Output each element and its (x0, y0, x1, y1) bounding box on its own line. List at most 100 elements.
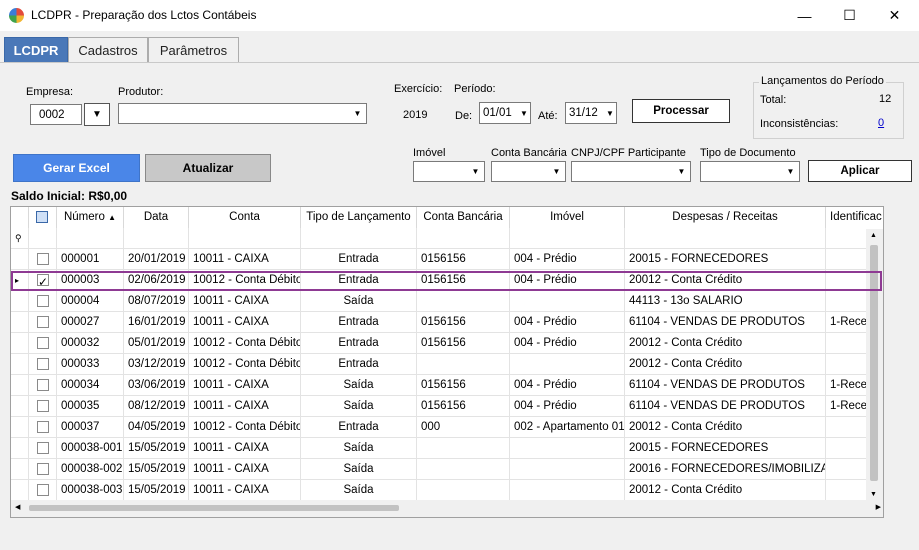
row-checkbox[interactable] (37, 421, 49, 433)
header-tipo[interactable]: Tipo de Lançamento (301, 207, 417, 228)
saldo-inicial: Saldo Inicial: R$0,00 (11, 189, 128, 203)
conta-bancaria-filter-select[interactable]: ▼ (491, 161, 566, 182)
inconsistencias-link[interactable]: 0 (878, 117, 884, 129)
row-checkbox[interactable] (37, 337, 49, 349)
row-checkbox[interactable] (37, 463, 49, 475)
select-all-checkbox[interactable] (36, 211, 48, 223)
empresa-dropdown-button[interactable]: ▼ (84, 103, 110, 126)
row-checkbox[interactable] (37, 358, 49, 370)
header-numero[interactable]: Número ▲ (57, 207, 124, 228)
chevron-down-icon: ▼ (786, 167, 795, 176)
row-checkbox-cell[interactable] (29, 375, 57, 396)
tab-lcdpr[interactable]: LCDPR (4, 37, 68, 63)
header-conta-bancaria[interactable]: Conta Bancária (417, 207, 510, 228)
header-despesas[interactable]: Despesas / Receitas (625, 207, 826, 228)
row-checkbox-cell[interactable] (29, 417, 57, 438)
select-all-header[interactable] (29, 207, 57, 228)
filter-cell[interactable] (29, 228, 57, 249)
row-checkbox-cell[interactable] (29, 312, 57, 333)
scroll-down-icon[interactable]: ▼ (870, 491, 877, 498)
aplicar-button[interactable]: Aplicar (808, 160, 912, 182)
cell-desp: 20015 - FORNECEDORES (625, 438, 826, 459)
row-checkbox-cell[interactable] (29, 459, 57, 480)
tab-parametros[interactable]: Parâmetros (148, 37, 239, 63)
row-checkbox[interactable] (37, 442, 49, 454)
filter-cell[interactable] (189, 228, 301, 249)
produtor-select[interactable]: ▼ (118, 103, 367, 124)
table-row[interactable]: 000037 04/05/2019 10012 - Conta Débito Entr… (11, 417, 883, 438)
chevron-down-icon: ▼ (92, 109, 102, 120)
imovel-filter-select[interactable]: ▼ (413, 161, 485, 182)
vertical-scrollbar[interactable]: ▲ ▼ (866, 229, 883, 501)
filter-cell[interactable] (625, 228, 826, 249)
row-checkbox[interactable] (37, 400, 49, 412)
table-row[interactable]: 000001 20/01/2019 10011 - CAIXA Entrada 0156… (11, 249, 883, 270)
row-checkbox-cell[interactable] (29, 249, 57, 270)
close-button[interactable]: ✕ (872, 0, 917, 31)
filter-icon[interactable]: ⚲ (11, 228, 29, 249)
table-row[interactable]: 000032 05/01/2019 10012 - Conta Débito Entr… (11, 333, 883, 354)
atualizar-button[interactable]: Atualizar (145, 154, 271, 182)
table-row[interactable]: 000038-002 15/05/2019 10011 - CAIXA Saída 20… (11, 459, 883, 480)
row-checkbox[interactable] (37, 484, 49, 496)
filter-cell[interactable] (301, 228, 417, 249)
row-checkbox-cell[interactable] (29, 480, 57, 501)
horizontal-scrollbar[interactable]: ◀ ▶ (11, 500, 883, 517)
row-checkbox-cell[interactable] (29, 291, 57, 312)
table-row[interactable]: 000038-001 15/05/2019 10011 - CAIXA Saída 20… (11, 438, 883, 459)
table-row[interactable]: 000034 03/06/2019 10011 - CAIXA Saída 015615… (11, 375, 883, 396)
cell-tipo: Saída (301, 459, 417, 480)
row-checkbox[interactable] (37, 379, 49, 391)
scroll-up-icon[interactable]: ▲ (870, 232, 877, 239)
produtor-label: Produtor: (118, 86, 164, 98)
cell-desp: 20016 - FORNECEDORES/IMOBILIZADO (625, 459, 826, 480)
row-checkbox-cell[interactable] (29, 333, 57, 354)
filter-cell[interactable] (57, 228, 124, 249)
ate-value: 31/12 (569, 107, 598, 119)
minimize-button[interactable]: — (782, 0, 827, 31)
row-indicator (11, 375, 29, 396)
filter-cell[interactable] (510, 228, 625, 249)
cell-numero: 000038-002 (57, 459, 124, 480)
total-label: Total: (760, 94, 787, 106)
header-conta[interactable]: Conta (189, 207, 301, 228)
maximize-button[interactable]: ☐ (827, 0, 872, 31)
scroll-right-icon[interactable]: ▶ (876, 503, 881, 511)
row-checkbox-cell[interactable] (29, 396, 57, 417)
table-row[interactable]: 000004 08/07/2019 10011 - CAIXA Saída 44113 … (11, 291, 883, 312)
tab-strip: LCDPR Cadastros Parâmetros (0, 31, 919, 63)
row-checkbox-cell[interactable] (29, 270, 57, 291)
row-checkbox[interactable] (37, 295, 49, 307)
cnpj-filter-select[interactable]: ▼ (571, 161, 691, 182)
table-row[interactable]: 000035 08/12/2019 10011 - CAIXA Saída 015615… (11, 396, 883, 417)
ate-select[interactable]: 31/12 ▼ (565, 102, 617, 124)
row-checkbox[interactable] (37, 272, 49, 291)
cell-conta: 10012 - Conta Débito (189, 270, 301, 291)
cell-conta: 10012 - Conta Débito (189, 417, 301, 438)
de-select[interactable]: 01/01 ▼ (479, 102, 531, 124)
filter-cell[interactable] (124, 228, 189, 249)
gerar-excel-button[interactable]: Gerar Excel (13, 154, 140, 182)
row-checkbox[interactable] (37, 253, 49, 265)
chevron-down-icon: ▼ (552, 167, 561, 176)
tipo-documento-filter-select[interactable]: ▼ (700, 161, 800, 182)
table-row[interactable]: 000027 16/01/2019 10011 - CAIXA Entrada 0156… (11, 312, 883, 333)
table-row[interactable]: ▸ 00000302/06/201910012 - Conta DébitoEnt… (11, 270, 883, 291)
table-row[interactable]: 000033 03/12/2019 10012 - Conta Débito Entr… (11, 354, 883, 375)
horizontal-scroll-thumb[interactable] (29, 505, 399, 511)
tab-cadastros[interactable]: Cadastros (68, 37, 148, 63)
empresa-field[interactable]: 0002 (30, 104, 82, 125)
row-checkbox-cell[interactable] (29, 354, 57, 375)
cell-tipo: Entrada (301, 333, 417, 354)
processar-button[interactable]: Processar (632, 99, 730, 123)
filter-cell[interactable] (417, 228, 510, 249)
row-indicator-header (11, 207, 29, 228)
header-identificacao[interactable]: Identificac (826, 207, 883, 228)
scroll-left-icon[interactable]: ◀ (15, 503, 20, 511)
header-data[interactable]: Data (124, 207, 189, 228)
header-imovel[interactable]: Imóvel (510, 207, 625, 228)
row-checkbox[interactable] (37, 316, 49, 328)
vertical-scroll-thumb[interactable] (870, 245, 878, 481)
row-checkbox-cell[interactable] (29, 438, 57, 459)
table-row[interactable]: 000038-003 15/05/2019 10011 - CAIXA Saída 20… (11, 480, 883, 501)
